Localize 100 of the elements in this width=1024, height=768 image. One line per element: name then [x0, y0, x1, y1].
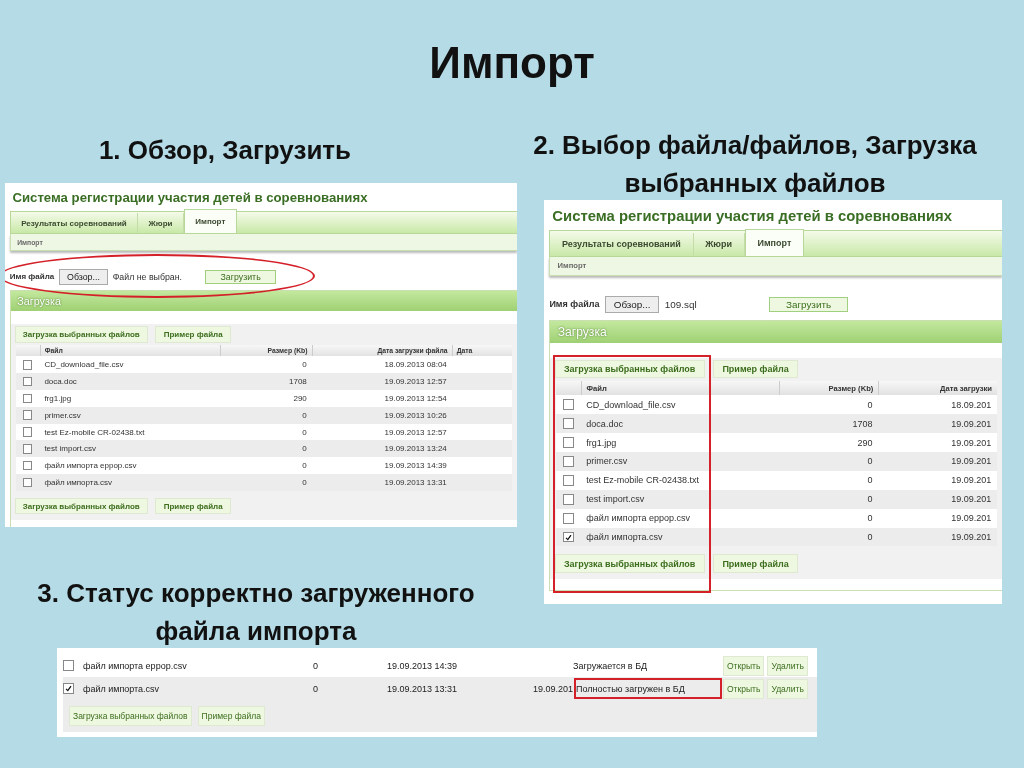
checkbox[interactable] — [562, 474, 574, 486]
table-cell-text: 0 — [866, 456, 874, 467]
checkbox[interactable] — [562, 493, 574, 505]
checkbox[interactable] — [22, 376, 33, 387]
table-cell-text: 18.09.201 — [950, 399, 993, 410]
checkmark-icon — [564, 533, 572, 541]
action-button[interactable]: Пример файла — [197, 706, 265, 726]
table-cell-text: 19.09.201 — [950, 513, 993, 524]
table-cell-text: 19.09.2013 13:31 — [383, 477, 448, 487]
step-caption: 3. Статус корректно загруженного файла импорта — [36, 577, 476, 648]
table-cell-text: 0 — [301, 360, 308, 370]
table-row[interactable]: frg1.jpg 290 19.09.201 — [555, 433, 997, 453]
table-cell-text: 290 — [292, 393, 308, 403]
table-cell-text: test Ez-mobile CR-02438.txt — [43, 427, 146, 437]
action-button[interactable]: Загрузка выбранных файлов — [69, 706, 192, 726]
browse-button[interactable]: Обзор... — [604, 295, 660, 313]
table-cell-text: primer.csv — [585, 456, 629, 467]
table-cell-text: frg1.jpg — [585, 437, 618, 448]
table-row[interactable]: CD_download_file.csv 0 18.09.2013 08:04 — [15, 356, 513, 374]
table-cell-text: test import.csv — [585, 494, 646, 505]
tab[interactable]: Импорт — [183, 209, 237, 234]
table-cell: 19.09.201 — [497, 677, 573, 700]
tab[interactable]: Жюри — [138, 213, 184, 234]
table-cell-text: CD_download_file.csv — [585, 399, 677, 410]
row-button[interactable]: Удалить — [767, 678, 808, 699]
table-cell-text: 19.09.201 — [950, 437, 993, 448]
action-button[interactable]: Пример файла — [156, 498, 230, 514]
table-cell-text: 290 — [856, 437, 874, 448]
table-cell-text: CD_download_file.csv — [43, 360, 125, 370]
table-cell-text: 19.09.201 — [950, 494, 993, 505]
section-title: Загрузка — [550, 320, 1002, 344]
action-button[interactable]: Загрузка выбранных файлов — [15, 498, 147, 514]
table-row[interactable]: CD_download_file.csv 0 18.09.201 — [555, 395, 997, 415]
table-cell-text: 0 — [866, 532, 874, 543]
checkbox[interactable] — [22, 360, 33, 370]
status-cell: Полностью загружен в БД — [573, 677, 723, 700]
checkbox[interactable] — [22, 393, 33, 404]
file-name: 109.sql — [664, 298, 698, 310]
app-title: Система регистрации участия детей в соревнованиях — [551, 207, 953, 227]
table-cell-text: frg1.jpg — [43, 393, 73, 403]
tab[interactable]: Жюри — [693, 233, 745, 256]
table-row[interactable]: doca.doc 1708 19.09.2013 12:57 — [15, 373, 513, 391]
table-row[interactable]: doca.doc 1708 19.09.201 — [555, 414, 997, 434]
table-cell-text: 19.09.201 — [950, 475, 993, 486]
table-row[interactable]: test import.csv 0 19.09.2013 13:24 — [15, 440, 513, 458]
tab[interactable]: Результаты соревнований — [10, 213, 139, 234]
table-cell-text: 0 — [301, 410, 308, 420]
tab[interactable]: Результаты соревнований — [550, 233, 694, 256]
row-button[interactable]: Открыть — [723, 678, 765, 699]
checkbox[interactable] — [562, 399, 574, 411]
table-cell-text: doca.doc — [43, 377, 78, 387]
checkbox[interactable] — [22, 410, 33, 421]
browse-button[interactable]: Обзор... — [59, 269, 108, 285]
table-row[interactable]: frg1.jpg 290 19.09.2013 12:54 — [15, 390, 513, 407]
step-caption: 1. Обзор, Загрузить — [97, 134, 353, 167]
table-row[interactable]: файл импорта еррор.csv 0 19.09.2013 14:39 — [15, 457, 513, 475]
checkbox[interactable] — [562, 437, 574, 448]
checkbox[interactable] — [63, 683, 74, 694]
checkbox[interactable] — [22, 427, 33, 437]
table-cell-text: 19.09.201 — [950, 532, 993, 543]
checkbox[interactable] — [22, 460, 33, 471]
checkbox[interactable] — [22, 444, 33, 454]
step-caption: 2. Выбор файла/файлов, Загрузка выбранных файлов — [532, 129, 978, 200]
checkbox[interactable] — [562, 418, 574, 430]
checkbox[interactable] — [63, 660, 74, 671]
table-row[interactable]: файл импорта.csv 0 19.09.2013 13:31 — [15, 474, 513, 491]
table-cell-text: 19.09.2013 12:57 — [383, 427, 448, 437]
table-row[interactable]: primer.csv 0 19.09.201 — [555, 452, 997, 471]
row-button[interactable]: Открыть — [723, 655, 765, 676]
table-cell-text: 1708 — [288, 377, 308, 387]
upload-button[interactable]: Загрузить — [769, 296, 848, 312]
table-cell-text: primer.csv — [43, 410, 82, 420]
upload-button[interactable]: Загрузить — [205, 269, 276, 284]
action-button[interactable]: Загрузка выбранных файлов — [555, 361, 704, 378]
checkbox[interactable] — [562, 512, 574, 524]
action-button[interactable]: Загрузка выбранных файлов — [555, 555, 704, 572]
table-cell-text: 0 — [866, 399, 874, 410]
checkbox[interactable] — [562, 456, 574, 467]
table-cell-text: файл импорта еррор.csv — [43, 461, 138, 471]
table-cell-text: 0 — [301, 477, 308, 487]
action-button[interactable]: Пример файла — [156, 326, 230, 342]
table-cell-text: test import.csv — [43, 444, 97, 454]
checkbox[interactable] — [562, 531, 574, 543]
action-button[interactable]: Пример файла — [714, 555, 797, 572]
table-cell-text: 0 — [866, 494, 874, 505]
table-cell-text: 0 — [301, 461, 308, 471]
table-cell: 0 — [313, 677, 387, 700]
file-name: Файл не выбран. — [112, 271, 184, 282]
table-cell-text: 19.09.2013 12:57 — [383, 377, 448, 387]
table-cell-text: 19.09.2013 14:39 — [383, 461, 448, 471]
action-button[interactable]: Загрузка выбранных файлов — [15, 326, 147, 342]
action-button[interactable]: Пример файла — [714, 361, 797, 378]
section-title: Загрузка — [10, 291, 517, 311]
tab[interactable]: Импорт — [744, 228, 804, 256]
table-cell-text: test Ez-mobile CR-02438.txt — [585, 475, 700, 486]
checkbox[interactable] — [22, 477, 33, 488]
table-cell-text: 1708 — [851, 418, 874, 429]
table-cell-text: 18.09.2013 08:04 — [383, 360, 448, 370]
file-label: Имя файла — [549, 299, 600, 310]
row-button[interactable]: Удалить — [767, 655, 808, 676]
